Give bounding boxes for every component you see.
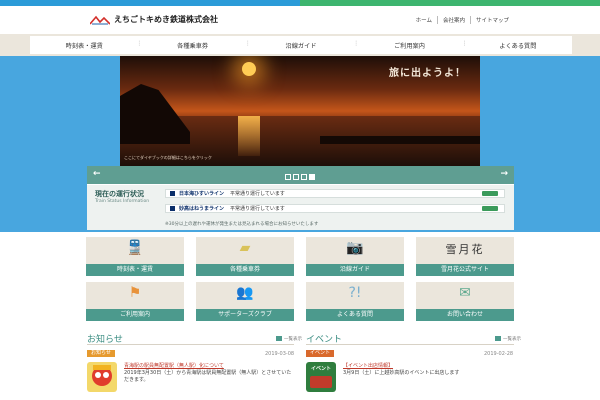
nav-item-timetable[interactable]: 時刻表・運賃 xyxy=(30,41,138,50)
util-link-company[interactable]: 会社案内 xyxy=(436,16,470,24)
slider-dot-active[interactable] xyxy=(309,174,315,180)
setsugekka-logo: 雪月花 xyxy=(445,243,485,256)
slider-dots xyxy=(285,174,315,180)
tile-label: サポーターズクラブ xyxy=(196,309,294,321)
status-subtitle: Train Status Information xyxy=(95,199,150,204)
tile-label: 時刻表・運賃 xyxy=(86,264,184,276)
status-line-hisui[interactable]: 日本海ひすいライン 平常通り運行しています xyxy=(165,189,505,198)
tile-faq[interactable]: ?! よくある質問 xyxy=(306,282,404,321)
utility-links: ホーム 会社案内 サイトマップ xyxy=(411,16,514,24)
news-text: 2019年3月30日（土）から青海駅は駅員無配置駅（無人駅）とさせていただきます… xyxy=(124,370,292,383)
logo-mark-icon xyxy=(90,15,110,25)
tile-setsugekka[interactable]: 雪月花 雪月花公式サイト xyxy=(416,237,514,276)
status-ok-indicator xyxy=(482,191,498,196)
events-thumb[interactable]: イベント xyxy=(306,362,336,392)
events-badge: イベント xyxy=(306,350,335,357)
line-name: 日本海ひすいライン xyxy=(179,191,225,197)
nav-item-usage[interactable]: ご利用案内 xyxy=(353,40,463,50)
tile-usage[interactable]: ⚑ ご利用案内 xyxy=(86,282,184,321)
status-line-haneuma[interactable]: 妙高はねうまライン 平常通り運行しています xyxy=(165,204,505,213)
slider-dot[interactable] xyxy=(285,174,291,180)
tile-label: お問い合わせ xyxy=(416,309,514,321)
camera-icon: 📷 xyxy=(346,240,364,256)
util-link-home[interactable]: ホーム xyxy=(411,16,437,24)
tile-label: 各種乗車券 xyxy=(196,264,294,276)
events-thumb-label: イベント xyxy=(310,366,331,372)
hero-slider-image[interactable]: 旅に出ようよ！ ここにてダイヤブックの詳細はこちらをクリック xyxy=(120,56,480,166)
hero-pier xyxy=(320,136,480,144)
news-badge: お知らせ xyxy=(87,350,115,357)
tile-guide[interactable]: 📷 沿線ガイド xyxy=(306,237,404,276)
nav-item-faq[interactable]: よくある質問 xyxy=(462,40,572,50)
nav-item-tickets[interactable]: 各種乗車券 xyxy=(136,40,246,50)
line-square-icon xyxy=(170,191,175,196)
header: えちごトキめき鉄道株式会社 ホーム 会社案内 サイトマップ xyxy=(0,6,600,34)
slider-prev-arrow-icon[interactable]: ← xyxy=(93,169,101,179)
mail-icon: ✉ xyxy=(459,285,471,301)
line-name: 妙高はねうまライン xyxy=(179,206,225,212)
slider-next-arrow-icon[interactable]: → xyxy=(500,169,508,179)
hero-slogan: 旅に出ようよ！ xyxy=(389,68,466,79)
events-link[interactable]: 【イベント出店情報】 xyxy=(343,362,393,369)
train-status: 現在の運行状況 Train Status Information 日本海ひすいラ… xyxy=(87,184,514,230)
events-more-link[interactable]: 一覧表示 xyxy=(495,336,521,342)
tile-label: よくある質問 xyxy=(306,309,404,321)
tile-label: 沿線ガイド xyxy=(306,264,404,276)
slider-dot[interactable] xyxy=(293,174,299,180)
tile-tickets[interactable]: ▰ 各種乗車券 xyxy=(196,237,294,276)
news-link[interactable]: 青海駅の駅員無配置駅（無人駅）化について xyxy=(124,362,224,369)
tile-contact[interactable]: ✉ お問い合わせ xyxy=(416,282,514,321)
question-icon: ?! xyxy=(348,285,362,301)
slider-dot[interactable] xyxy=(301,174,307,180)
mascot-icon xyxy=(92,365,112,386)
events-date: 2019-02-28 xyxy=(484,351,514,357)
more-icon xyxy=(276,336,282,341)
hero-caption[interactable]: ここにてダイヤブックの詳細はこちらをクリック xyxy=(124,155,212,161)
news-more-link[interactable]: 一覧表示 xyxy=(276,336,302,342)
nav-item-guide[interactable]: 沿線ガイド xyxy=(245,40,355,50)
status-note: ※30分以上の遅れや運休が発生または見込まれる場合にお知らせいたします xyxy=(165,222,319,227)
company-logo[interactable]: えちごトキめき鉄道株式会社 xyxy=(90,14,218,25)
news-divider xyxy=(87,344,294,345)
company-name: えちごトキめき鉄道株式会社 xyxy=(114,15,218,24)
hero-cliff xyxy=(120,84,190,144)
status-title: 現在の運行状況 xyxy=(95,190,144,198)
people-icon: 👥 xyxy=(236,285,254,301)
line-status-text: 平常通り運行しています xyxy=(230,191,285,197)
global-nav: 時刻表・運賃 各種乗車券 沿線ガイド ご利用案内 よくある質問 xyxy=(0,34,600,56)
hero-sun-reflection xyxy=(238,116,260,156)
ticket-icon: ▰ xyxy=(239,240,251,256)
status-ok-indicator xyxy=(482,206,498,211)
tile-label: 雪月花公式サイト xyxy=(416,264,514,276)
tile-label: ご利用案内 xyxy=(86,309,184,321)
tile-supporters[interactable]: 👥 サポーターズクラブ xyxy=(196,282,294,321)
hero-sun xyxy=(242,62,256,76)
news-date: 2019-03-08 xyxy=(265,351,295,357)
more-icon xyxy=(495,336,501,341)
flag-icon: ⚑ xyxy=(128,285,142,301)
news-thumb-mascot[interactable] xyxy=(87,362,117,392)
tile-timetable[interactable]: 🚆 時刻表・運賃 xyxy=(86,237,184,276)
events-divider xyxy=(306,344,514,345)
util-link-sitemap[interactable]: サイトマップ xyxy=(469,16,514,24)
events-text: 3月9日（土）に上越妙高駅のイベントに出店します xyxy=(343,370,460,376)
status-panel: ← → 現在の運行状況 Train Status Information 日本海… xyxy=(87,166,514,230)
train-icon: 🚆 xyxy=(126,240,144,256)
line-status-text: 平常通り運行しています xyxy=(230,206,285,212)
line-square-icon xyxy=(170,206,175,211)
event-train-icon xyxy=(310,376,332,388)
